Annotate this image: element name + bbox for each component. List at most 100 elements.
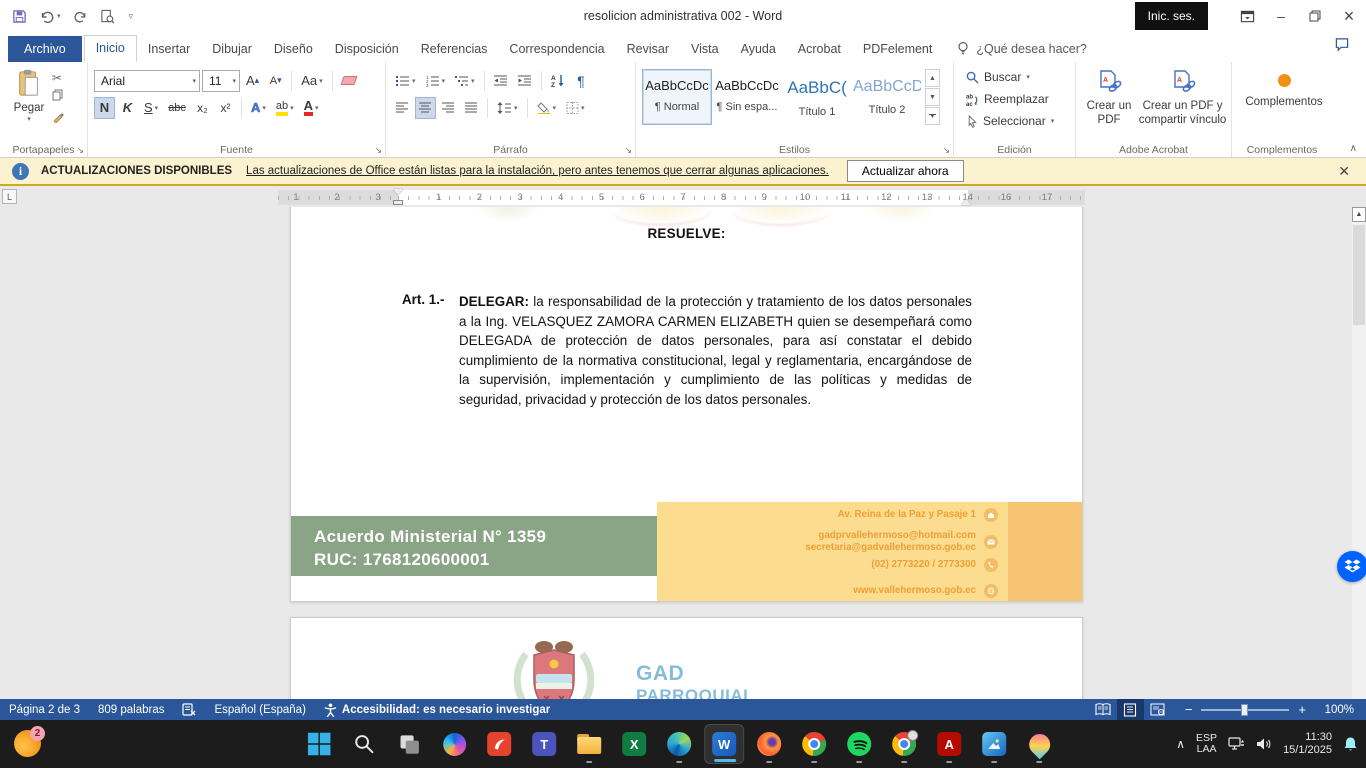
photos-icon[interactable] — [974, 724, 1014, 764]
notification-app-icon[interactable]: 2 — [14, 730, 41, 757]
font-size-combo[interactable]: 11▾ — [202, 70, 240, 92]
web-layout-icon[interactable] — [1144, 699, 1171, 720]
styles-more-icon[interactable]: ▼ — [925, 107, 940, 125]
zoom-out-button[interactable]: − — [1185, 702, 1193, 717]
update-now-button[interactable]: Actualizar ahora — [847, 160, 964, 182]
tab-dise-o[interactable]: Diseño — [263, 37, 324, 62]
create-pdf-button[interactable]: A Crear un PDF — [1082, 66, 1136, 127]
zoom-slider[interactable] — [1201, 709, 1289, 711]
create-pdf-share-button[interactable]: A Crear un PDF y compartir vínculo — [1138, 66, 1227, 127]
find-button[interactable]: Buscar▾ — [966, 66, 1071, 88]
collapse-ribbon-icon[interactable]: ∧ — [1350, 143, 1357, 154]
message-close-icon[interactable]: ✕ — [1334, 163, 1354, 180]
underline-button[interactable]: S▾ — [140, 97, 162, 119]
italic-button[interactable]: K — [117, 97, 138, 119]
tab-insertar[interactable]: Insertar — [137, 37, 201, 62]
network-icon[interactable] — [1228, 737, 1245, 752]
cut-icon[interactable]: ✂ — [52, 72, 64, 84]
spotify-icon[interactable] — [839, 724, 879, 764]
tab-disposici-n[interactable]: Disposición — [324, 37, 410, 62]
vertical-scrollbar[interactable]: ▲ — [1352, 207, 1366, 699]
feedback-icon[interactable] — [1334, 37, 1350, 62]
font-dialog-launcher-icon[interactable]: ↘ — [374, 146, 382, 155]
tab-vista[interactable]: Vista — [680, 37, 730, 62]
tab-revisar[interactable]: Revisar — [616, 37, 680, 62]
format-painter-icon[interactable] — [52, 110, 64, 128]
style-card-2[interactable]: AaBbCcDc¶ Sin espa... — [712, 69, 782, 125]
document-canvas[interactable]: RESUELVE: Art. 1.- DELEGAR: la responsab… — [0, 207, 1366, 699]
notification-bell-icon[interactable] — [1343, 736, 1358, 752]
clear-formatting-button[interactable] — [338, 70, 360, 92]
document-page-2[interactable]: RESUELVE: Art. 1.- DELEGAR: la responsab… — [290, 207, 1083, 602]
style-card-3[interactable]: AaBbC(Título 1 — [782, 69, 852, 125]
align-left-button[interactable] — [392, 97, 413, 119]
page-indicator[interactable]: Página 2 de 3 — [0, 699, 89, 720]
bullets-button[interactable]: ▾ — [392, 70, 420, 92]
shrink-font-button[interactable]: A▾ — [265, 70, 286, 92]
volume-icon[interactable] — [1256, 737, 1272, 751]
addins-button[interactable]: Complementos — [1238, 66, 1330, 109]
chrome-icon[interactable] — [794, 724, 834, 764]
text-effects-button[interactable]: A▾ — [247, 97, 270, 119]
style-card-4[interactable]: AaBbCcDTítulo 2 — [852, 69, 922, 125]
superscript-button[interactable]: x² — [215, 97, 236, 119]
copy-icon[interactable] — [52, 88, 64, 106]
acrobat-reader-icon[interactable]: A — [929, 724, 969, 764]
proofing-icon[interactable] — [173, 699, 205, 720]
styles-scroll-up-icon[interactable]: ▲ — [925, 69, 940, 87]
teams-icon[interactable]: T — [524, 724, 564, 764]
accessibility-status[interactable]: Accesibilidad: es necesario investigar — [315, 699, 559, 720]
numbering-button[interactable]: 123▾ — [422, 70, 450, 92]
clipboard-dialog-launcher-icon[interactable]: ↘ — [76, 146, 84, 155]
show-marks-button[interactable]: ¶ — [571, 70, 592, 92]
search-icon[interactable] — [344, 724, 384, 764]
increase-indent-button[interactable] — [514, 70, 536, 92]
paragraph-dialog-launcher-icon[interactable]: ↘ — [624, 146, 632, 155]
undo-icon[interactable]: ▾ — [39, 9, 61, 23]
highlight-button[interactable]: ab▾ — [272, 97, 298, 119]
align-right-button[interactable] — [438, 97, 459, 119]
hanging-indent-marker[interactable] — [393, 200, 403, 205]
print-layout-icon[interactable] — [1117, 699, 1144, 720]
customize-qat-icon[interactable]: ▿ — [129, 11, 134, 22]
tell-me-box[interactable]: ¿Qué desea hacer? — [957, 41, 1087, 62]
paste-button[interactable]: Pegar ▾ — [6, 66, 52, 128]
chrome-profile-icon[interactable] — [884, 724, 924, 764]
tab-stop-selector[interactable]: L — [2, 189, 17, 204]
decrease-indent-button[interactable] — [490, 70, 512, 92]
tab-referencias[interactable]: Referencias — [410, 37, 499, 62]
align-center-button[interactable] — [415, 97, 436, 119]
shading-button[interactable]: ▾ — [533, 97, 561, 119]
line-spacing-button[interactable]: ▾ — [493, 97, 522, 119]
tray-chevron-icon[interactable]: ∧ — [1176, 737, 1185, 751]
tab-ayuda[interactable]: Ayuda — [730, 37, 787, 62]
language-switcher[interactable]: ESP LAA — [1196, 733, 1217, 756]
undo-caret-icon[interactable]: ▾ — [57, 12, 61, 20]
excel-icon[interactable]: X — [614, 724, 654, 764]
justify-button[interactable] — [461, 97, 482, 119]
document-page-3[interactable]: GAD PARROQUIAL — [290, 617, 1083, 699]
scroll-up-icon[interactable]: ▲ — [1352, 207, 1366, 222]
edge-icon[interactable] — [659, 724, 699, 764]
borders-button[interactable]: ▾ — [562, 97, 589, 119]
style-card-1[interactable]: AaBbCcDc¶ Normal — [642, 69, 712, 125]
bold-button[interactable]: N — [94, 97, 115, 119]
message-link[interactable]: Las actualizaciones de Office están list… — [246, 165, 829, 177]
clock[interactable]: 11:30 15/1/2025 — [1283, 731, 1332, 757]
right-indent-marker[interactable] — [961, 199, 971, 205]
task-view-icon[interactable] — [389, 724, 429, 764]
tab-acrobat[interactable]: Acrobat — [787, 37, 852, 62]
read-mode-icon[interactable] — [1090, 699, 1117, 720]
strikethrough-button[interactable]: abc — [164, 97, 190, 119]
multilevel-list-button[interactable]: ▾ — [451, 70, 479, 92]
sign-in-button[interactable]: Inic. ses. — [1135, 2, 1208, 30]
change-case-button[interactable]: Aa▾ — [297, 70, 326, 92]
replace-button[interactable]: abac Reemplazar — [966, 88, 1071, 110]
sort-button[interactable]: AZ — [547, 70, 569, 92]
restore-button[interactable] — [1298, 0, 1332, 32]
copilot-icon[interactable] — [434, 724, 474, 764]
minimize-button[interactable]: – — [1264, 0, 1298, 32]
redo-icon[interactable] — [73, 9, 88, 23]
tab-correspondencia[interactable]: Correspondencia — [498, 37, 615, 62]
font-color-button[interactable]: A▾ — [300, 97, 323, 119]
